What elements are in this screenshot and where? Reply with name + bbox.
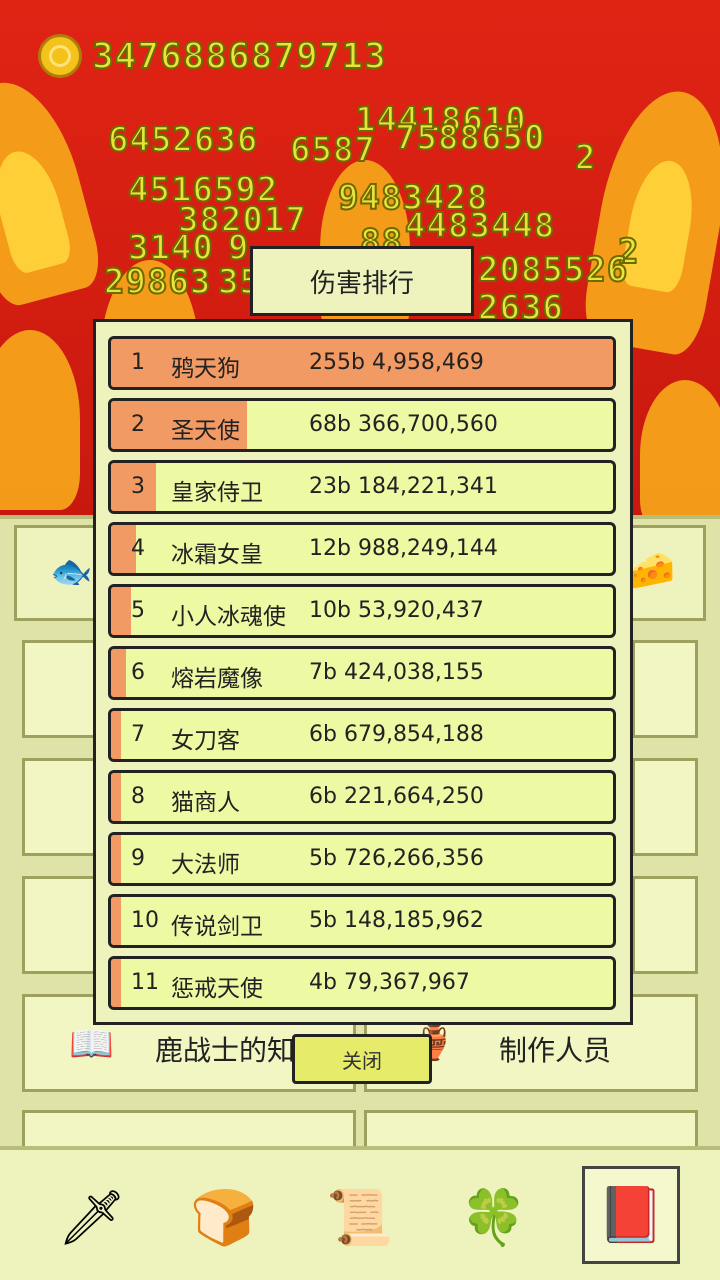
damage-bar [111,711,122,759]
bottom-nav: 🗡 🍞 📜 🍀 📕 [0,1146,720,1280]
damage-bar [111,587,132,635]
rank-number: 10 [131,908,159,933]
ranking-row: 11 惩戒天使 4b 79,367,967 [108,956,616,1010]
damage-popup: 6587 [289,129,376,171]
nav-bread[interactable]: 🍞 [178,1172,270,1264]
hero-name: 圣天使 [171,418,240,444]
hero-name: 冰霜女皇 [171,542,263,568]
damage-value: 255b 4,958,469 [309,350,484,375]
hero-name: 熔岩魔像 [171,666,263,692]
nav-book[interactable]: 📕 [582,1166,680,1264]
rank-number: 5 [131,598,145,623]
ranking-row: 8 猫商人 6b 221,664,250 [108,770,616,824]
menu-slot[interactable] [22,640,102,738]
damage-bar [111,773,122,821]
ranking-row: 4 冰霜女皇 12b 988,249,144 [108,522,616,576]
menu-slot[interactable] [22,876,102,974]
rank-number: 4 [131,536,145,561]
credits-label: 制作人员 [499,1034,612,1067]
rank-number: 3 [131,474,145,499]
damage-value: 10b 53,920,437 [309,598,484,623]
ranking-row: 1 鸦天狗 255b 4,958,469 [108,336,616,390]
scroll-icon: 📜 [326,1186,394,1249]
damage-value: 4b 79,367,967 [309,970,470,995]
menu-slot[interactable] [632,758,698,856]
hero-name: 猫商人 [171,790,240,816]
menu-slot[interactable] [22,1110,356,1150]
book-icon: 📕 [597,1183,665,1246]
ranking-row: 2 圣天使 68b 366,700,560 [108,398,616,452]
ranking-row: 9 大法师 5b 726,266,356 [108,832,616,886]
rank-number: 9 [131,846,145,871]
clover-icon: 🍀 [460,1186,528,1249]
ranking-row: 6 熔岩魔像 7b 424,038,155 [108,646,616,700]
sword-icon: 🗡 [57,1186,127,1249]
coin-counter: 3476886879713 [38,34,387,78]
open-book-icon: 📖 [69,1024,114,1065]
hero-name: 女刀客 [171,728,240,754]
rank-number: 8 [131,784,145,809]
fish-icon: 🐟 [50,552,93,592]
damage-popup: 4483448 [404,205,556,247]
gold-coin-icon [38,34,82,78]
damage-bar [111,649,127,697]
menu-slot[interactable] [22,758,102,856]
damage-bar [111,897,122,945]
hero-name: 鸦天狗 [171,356,240,382]
ranking-row: 7 女刀客 6b 679,854,188 [108,708,616,762]
damage-value: 68b 366,700,560 [309,412,498,437]
ranking-row: 3 皇家侍卫 23b 184,221,341 [108,460,616,514]
modal-title: 伤害排行 [250,246,474,316]
damage-value: 5b 148,185,962 [309,908,484,933]
hero-name: 皇家侍卫 [171,480,263,506]
nav-scroll[interactable]: 📜 [314,1172,406,1264]
damage-value: 7b 424,038,155 [309,660,484,685]
damage-value: 23b 184,221,341 [309,474,498,499]
menu-slot[interactable] [632,640,698,738]
menu-slot[interactable] [364,1110,698,1150]
bread-icon: 🍞 [190,1186,258,1249]
nav-sword[interactable]: 🗡 [46,1172,138,1264]
nav-clover[interactable]: 🍀 [448,1172,540,1264]
damage-value: 12b 988,249,144 [309,536,498,561]
rank-number: 7 [131,722,145,747]
rank-number: 1 [131,350,145,375]
menu-slot[interactable] [632,876,698,974]
rank-number: 11 [131,970,159,995]
damage-popup: 6452636 [107,119,259,161]
damage-popup: 29863 [103,261,212,303]
ranking-row: 10 传说剑卫 5b 148,185,962 [108,894,616,948]
rank-number: 6 [131,660,145,685]
damage-bar [111,959,122,1007]
damage-value: 5b 726,266,356 [309,846,484,871]
damage-value: 6b 221,664,250 [309,784,484,809]
hero-name: 小人冰魂使 [171,604,286,630]
hero-name: 大法师 [171,852,240,878]
cheese-icon: 🧀 [628,548,676,592]
hero-name: 惩戒天使 [171,976,263,1002]
damage-popup: 7588650 [394,117,546,159]
hero-name: 传说剑卫 [171,914,263,940]
rank-number: 2 [131,412,145,437]
damage-popup: 2085526 [477,249,629,291]
ranking-row: 5 小人冰魂使 10b 53,920,437 [108,584,616,638]
damage-value: 6b 679,854,188 [309,722,484,747]
damage-popup: 2 [574,137,597,179]
damage-bar [111,835,122,883]
coin-amount: 3476886879713 [91,35,387,78]
close-button[interactable]: 关闭 [292,1034,432,1084]
